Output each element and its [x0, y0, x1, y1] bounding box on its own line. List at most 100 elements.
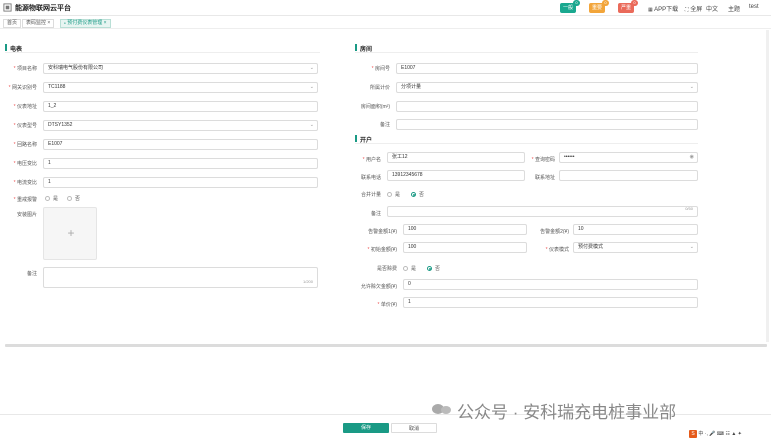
contact-address-label: 联系地址 [534, 175, 555, 181]
meter-remark-label: 备注 [26, 271, 37, 277]
user-name-input[interactable]: 张工12 [387, 152, 525, 163]
photo-label: 安装图片 [16, 212, 37, 218]
app-title: 能源物联网云平台 [15, 5, 71, 12]
overdraft-yes-label: 是 [411, 266, 417, 272]
section-divider [355, 52, 698, 53]
address-input[interactable]: 1_2 [43, 101, 318, 112]
chevron-down-icon: ⌄ [309, 84, 314, 90]
active-dot-icon: ● [64, 21, 66, 25]
section-divider [5, 52, 320, 53]
area-label: 房间面积(m²) [360, 104, 390, 110]
combined-yes-radio[interactable] [387, 192, 392, 197]
query-password-input[interactable]: •••••• ◉ [559, 152, 698, 163]
account-remark-input[interactable]: 0/50 [387, 206, 698, 217]
model-label: * 仪表型号 [13, 123, 37, 129]
alarm1-input[interactable]: 100 [403, 224, 527, 235]
phone-label: 联系电话 [360, 175, 381, 181]
overdraft-amount-input[interactable]: 0 [403, 279, 698, 290]
close-icon[interactable]: × [104, 20, 107, 26]
tab-home-label: 首页 [7, 20, 18, 26]
voltage-ratio-label: * 电压变比 [13, 161, 37, 167]
language-switch[interactable]: 中文 [706, 4, 718, 13]
wechat-icon [432, 404, 451, 414]
overdraft-amount-label: 允许赊欠金额(¥) [360, 284, 397, 290]
unit-price-input[interactable]: 1 [403, 297, 698, 308]
overdraft-yes-radio[interactable] [403, 266, 408, 271]
alarm-important-button[interactable]: 重要 0 [589, 0, 609, 13]
overdraft-no-label: 否 [435, 266, 441, 272]
loop-input[interactable]: E1007 [43, 139, 318, 150]
fullscreen-label: 全屏 [690, 7, 703, 13]
meter-mode-select[interactable]: 预付费模式 ⌄ [573, 242, 698, 253]
alarm-important-label: 重要 [591, 5, 602, 11]
reverse-alarm-label: * 重戒报警 [13, 197, 37, 203]
pricing-label: 所属计价 [369, 85, 390, 91]
combined-label: 合并计量 [360, 192, 381, 198]
char-counter: 0/50 [685, 206, 693, 211]
char-counter: 1/200 [302, 279, 313, 284]
meter-mode-label: * 仪表模式 [545, 247, 569, 253]
user-name[interactable]: test [749, 4, 759, 10]
eye-icon[interactable]: ◉ [690, 153, 694, 162]
fullscreen-icon: ⛶ [685, 7, 689, 13]
gateway-label: * 网关识别号 [8, 85, 37, 91]
meter-remark-textarea[interactable]: 1/200 [43, 267, 318, 288]
tab-bar: 首页 表码监控 × ● 预付费仪表管理 × [0, 17, 771, 29]
unit-price-label: * 单价(¥) [377, 302, 397, 308]
chevron-down-icon: ⌄ [689, 84, 694, 90]
alarm2-input[interactable]: 10 [573, 224, 698, 235]
horizontal-scrollbar[interactable] [5, 344, 767, 347]
model-select[interactable]: DTSY1352 ⌄ [43, 120, 318, 131]
overdraft-no-radio[interactable] [427, 266, 432, 271]
initial-amount-label: * 初始金额(¥) [367, 247, 397, 253]
initial-amount-input[interactable]: 100 [403, 242, 527, 253]
theme-button[interactable]: 主题 [728, 4, 740, 13]
reverse-alarm-no-label: 否 [75, 196, 81, 202]
tab-home[interactable]: 首页 [3, 19, 22, 28]
room-remark-input[interactable] [396, 119, 698, 130]
reverse-alarm-no-radio[interactable] [67, 196, 72, 201]
close-icon[interactable]: × [47, 20, 50, 26]
current-ratio-input[interactable]: 1 [43, 177, 318, 188]
combined-yes-label: 是 [395, 192, 401, 198]
section-divider [355, 143, 698, 144]
cancel-button[interactable]: 取消 [391, 423, 437, 433]
ime-toolbar[interactable]: S 中 ·, 🎤 ⌨ ☷ ▲ ✦ [689, 429, 742, 439]
alarm-normal-button[interactable]: 一般 0 [560, 0, 580, 13]
address-label: * 仪表地址 [13, 104, 37, 110]
vertical-scrollbar[interactable] [766, 30, 769, 342]
tab-prepaid-meter-label: 预付费仪表管理 [67, 20, 103, 26]
project-label: * 项目名称 [13, 66, 37, 72]
reverse-alarm-yes-radio[interactable] [45, 196, 50, 201]
plus-icon: + [67, 226, 75, 240]
phone-input[interactable]: 13912345678 [387, 170, 525, 181]
tab-prepaid-meter[interactable]: ● 预付费仪表管理 × [60, 19, 111, 28]
alarm-severe-label: 严重 [620, 5, 631, 11]
voltage-ratio-input[interactable]: 1 [43, 158, 318, 169]
chevron-down-icon: ⌄ [689, 244, 694, 250]
project-select[interactable]: 安科瑞电气股份有限公司 ⌄ [43, 63, 318, 74]
room-no-input[interactable]: E1007 [396, 63, 698, 74]
app-download-link[interactable]: ▦ APP下载 [648, 4, 678, 13]
gateway-select[interactable]: TC1188 ⌄ [43, 82, 318, 93]
combined-no-radio[interactable] [411, 192, 416, 197]
room-remark-label: 备注 [379, 122, 390, 128]
current-ratio-label: * 电流变比 [13, 180, 37, 186]
alarm-severe-button[interactable]: 严重 0 [618, 0, 638, 13]
photo-upload[interactable]: + [43, 207, 97, 260]
alarm-normal-count: 0 [573, 0, 580, 6]
tab-meter-monitor[interactable]: 表码监控 × [22, 19, 55, 28]
contact-address-input[interactable] [559, 170, 698, 181]
app-download-label: APP下载 [654, 7, 679, 13]
fullscreen-button[interactable]: ⛶ 全屏 [685, 4, 702, 13]
reverse-alarm-yes-label: 是 [53, 196, 59, 202]
area-input[interactable] [396, 101, 698, 112]
alarm-normal-label: 一般 [562, 5, 573, 11]
query-password-label: * 查询密码 [531, 157, 555, 163]
alarm-important-count: 0 [602, 0, 609, 6]
pricing-select[interactable]: 分项计量 ⌄ [396, 82, 698, 93]
watermark-text: 公众号 · 安科瑞充电桩事业部 [457, 403, 677, 422]
save-button[interactable]: 保存 [343, 423, 389, 433]
ime-controls[interactable]: 中 ·, 🎤 ⌨ ☷ ▲ ✦ [698, 431, 741, 437]
overdraft-flag-label: 是否赊费 [376, 266, 397, 272]
